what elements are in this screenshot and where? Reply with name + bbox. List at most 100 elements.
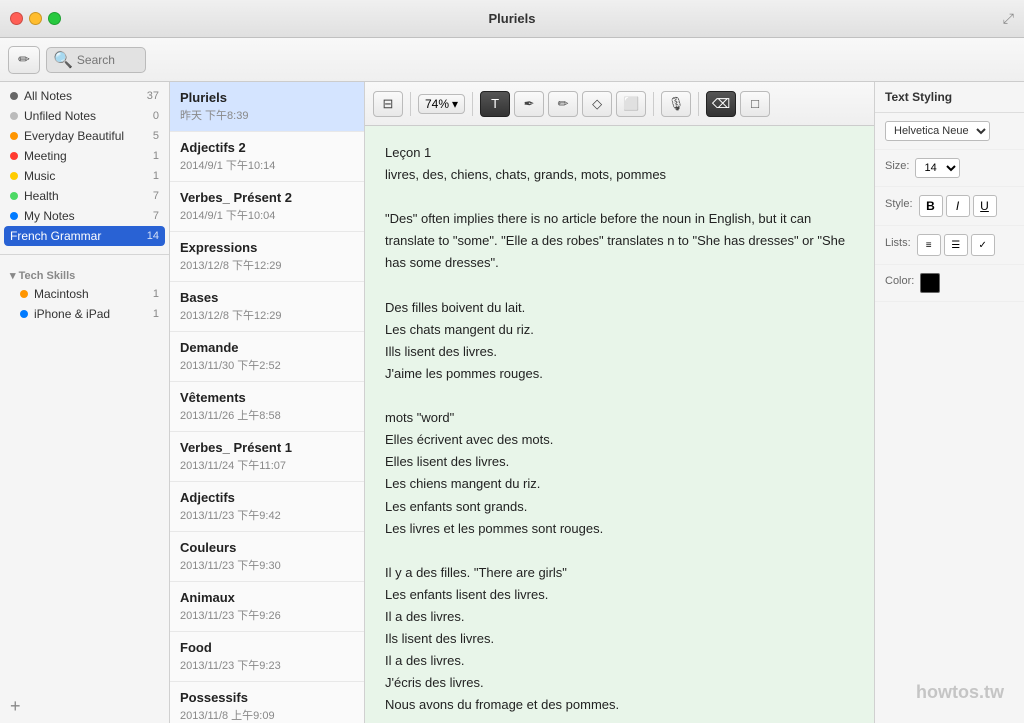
note-date-0: 昨天 下午8:39 [180, 107, 354, 123]
sidebar-item-unfiled[interactable]: Unfiled Notes 0 [0, 106, 169, 126]
sidebar-item-health[interactable]: Health 7 [0, 186, 169, 206]
underline-icon: U [980, 199, 989, 213]
note-item-6[interactable]: Vêtements 2013/11/26 上午8:58 [170, 382, 364, 432]
sidebar-item-all-notes[interactable]: All Notes 37 [0, 86, 169, 106]
search-input[interactable] [77, 53, 157, 67]
iphone-ipad-dot [20, 310, 28, 318]
eraser-icon: ⌫ [712, 96, 730, 112]
font-select[interactable]: Helvetica Neue [885, 121, 990, 141]
search-bar[interactable]: 🔍 [46, 47, 146, 73]
note-date-10: 2013/11/23 下午9:26 [180, 607, 354, 623]
music-label: Music [24, 169, 147, 183]
note-title-9: Couleurs [180, 540, 354, 555]
note-item-4[interactable]: Bases 2013/12/8 下午12:29 [170, 282, 364, 332]
marker-icon: ✏ [558, 96, 569, 112]
select-tool-button[interactable]: ⬜ [616, 91, 646, 117]
note-item-0[interactable]: Pluriels 昨天 下午8:39 [170, 82, 364, 132]
editor-wrapper: ⊟ 74% ▾ T ✒ ✏ ◇ ⬜ [365, 82, 874, 723]
zoom-chevron-icon: ▾ [452, 97, 458, 111]
mynotes-dot [10, 212, 18, 220]
note-item-11[interactable]: Food 2013/11/23 下午9:23 [170, 632, 364, 682]
sidebar-item-macintosh[interactable]: Macintosh 1 [0, 284, 169, 304]
underline-button[interactable]: U [973, 195, 997, 217]
window-title: Pluriels [489, 11, 536, 26]
note-date-4: 2013/12/8 下午12:29 [180, 307, 354, 323]
note-item-9[interactable]: Couleurs 2013/11/23 下午9:30 [170, 532, 364, 582]
zoom-control[interactable]: 74% ▾ [418, 94, 465, 114]
style-buttons: B I U [919, 195, 997, 217]
sidebar: All Notes 37 Unfiled Notes 0 Everyday Be… [0, 82, 170, 723]
note-item-1[interactable]: Adjectifs 2 2014/9/1 下午10:14 [170, 132, 364, 182]
text-styling-panel: Text Styling Helvetica Neue Size: 14 Sty… [874, 82, 1024, 723]
editor-content[interactable]: Leçon 1 livres, des, chiens, chats, gran… [365, 126, 874, 723]
marker-tool-button[interactable]: ✏ [548, 91, 578, 117]
macintosh-label: Macintosh [34, 287, 147, 301]
titlebar: Pluriels ⤢ [0, 0, 1024, 38]
note-date-7: 2013/11/24 下午11:07 [180, 457, 354, 473]
audio-button[interactable]: 🎙 [661, 91, 691, 117]
unfiled-label: Unfiled Notes [24, 109, 147, 123]
meeting-label: Meeting [24, 149, 147, 163]
minimize-button[interactable] [29, 12, 42, 25]
share-button[interactable]: □ [740, 91, 770, 117]
size-control: Size: 14 [885, 158, 1014, 178]
resize-icon[interactable]: ⤢ [1003, 10, 1014, 27]
editor-text: Leçon 1 livres, des, chiens, chats, gran… [385, 142, 854, 723]
sidebar-toggle-button[interactable]: ⊟ [373, 91, 403, 117]
unordered-list-button[interactable]: ≡ [917, 234, 941, 256]
lists-label: Lists: [885, 237, 911, 249]
sidebar-item-mynotes[interactable]: My Notes 7 [0, 206, 169, 226]
note-item-5[interactable]: Demande 2013/11/30 下午2:52 [170, 332, 364, 382]
bold-button[interactable]: B [919, 195, 943, 217]
french-grammar-label: French Grammar [10, 229, 141, 243]
text-icon: T [491, 96, 499, 111]
shape-icon: ◇ [592, 96, 602, 112]
italic-icon: I [956, 199, 959, 213]
font-section: Helvetica Neue [875, 113, 1024, 150]
shape-tool-button[interactable]: ◇ [582, 91, 612, 117]
tech-skills-section: ▾ Tech Skills Macintosh 1 iPhone & iPad … [0, 259, 169, 328]
note-item-8[interactable]: Adjectifs 2013/11/23 下午9:42 [170, 482, 364, 532]
sidebar-item-music[interactable]: Music 1 [0, 166, 169, 186]
sidebar-item-iphone-ipad[interactable]: iPhone & iPad 1 [0, 304, 169, 324]
add-folder-button[interactable]: + [0, 690, 169, 723]
sidebar-divider [0, 254, 169, 255]
toolbar-separator-4 [698, 92, 699, 116]
note-item-2[interactable]: Verbes_ Présent 2 2014/9/1 下午10:04 [170, 182, 364, 232]
sidebar-item-french-grammar[interactable]: French Grammar 14 [4, 226, 165, 246]
note-item-10[interactable]: Animaux 2013/11/23 下午9:26 [170, 582, 364, 632]
checklist-button[interactable]: ✓ [971, 234, 995, 256]
color-swatch[interactable] [920, 273, 940, 293]
new-note-button[interactable]: ✏ [8, 46, 40, 74]
color-section: Color: [875, 265, 1024, 302]
mynotes-label: My Notes [24, 209, 147, 223]
meeting-dot [10, 152, 18, 160]
unordered-list-icon: ≡ [926, 240, 932, 251]
lists-section: Lists: ≡ ☰ ✓ [875, 226, 1024, 265]
maximize-button[interactable] [48, 12, 61, 25]
italic-button[interactable]: I [946, 195, 970, 217]
ordered-list-button[interactable]: ☰ [944, 234, 968, 256]
note-item-7[interactable]: Verbes_ Présent 1 2013/11/24 下午11:07 [170, 432, 364, 482]
note-title-10: Animaux [180, 590, 354, 605]
meeting-count: 1 [153, 150, 159, 162]
note-date-1: 2014/9/1 下午10:14 [180, 157, 354, 173]
note-title-3: Expressions [180, 240, 354, 255]
text-tool-button[interactable]: T [480, 91, 510, 117]
style-section: Style: B I U [875, 187, 1024, 226]
sidebar-item-everyday[interactable]: Everyday Beautiful 5 [0, 126, 169, 146]
color-control: Color: [885, 273, 1014, 293]
pen-tool-button[interactable]: ✒ [514, 91, 544, 117]
everyday-count: 5 [153, 130, 159, 142]
french-grammar-count: 14 [147, 230, 159, 242]
note-item-12[interactable]: Possessifs 2013/11/8 上午9:09 [170, 682, 364, 723]
ordered-list-icon: ☰ [951, 240, 960, 251]
note-item-3[interactable]: Expressions 2013/12/8 下午12:29 [170, 232, 364, 282]
unfiled-dot [10, 112, 18, 120]
iphone-ipad-count: 1 [153, 308, 159, 320]
close-button[interactable] [10, 12, 23, 25]
size-select[interactable]: 14 [915, 158, 960, 178]
sidebar-item-meeting[interactable]: Meeting 1 [0, 146, 169, 166]
note-date-9: 2013/11/23 下午9:30 [180, 557, 354, 573]
eraser-button[interactable]: ⌫ [706, 91, 736, 117]
